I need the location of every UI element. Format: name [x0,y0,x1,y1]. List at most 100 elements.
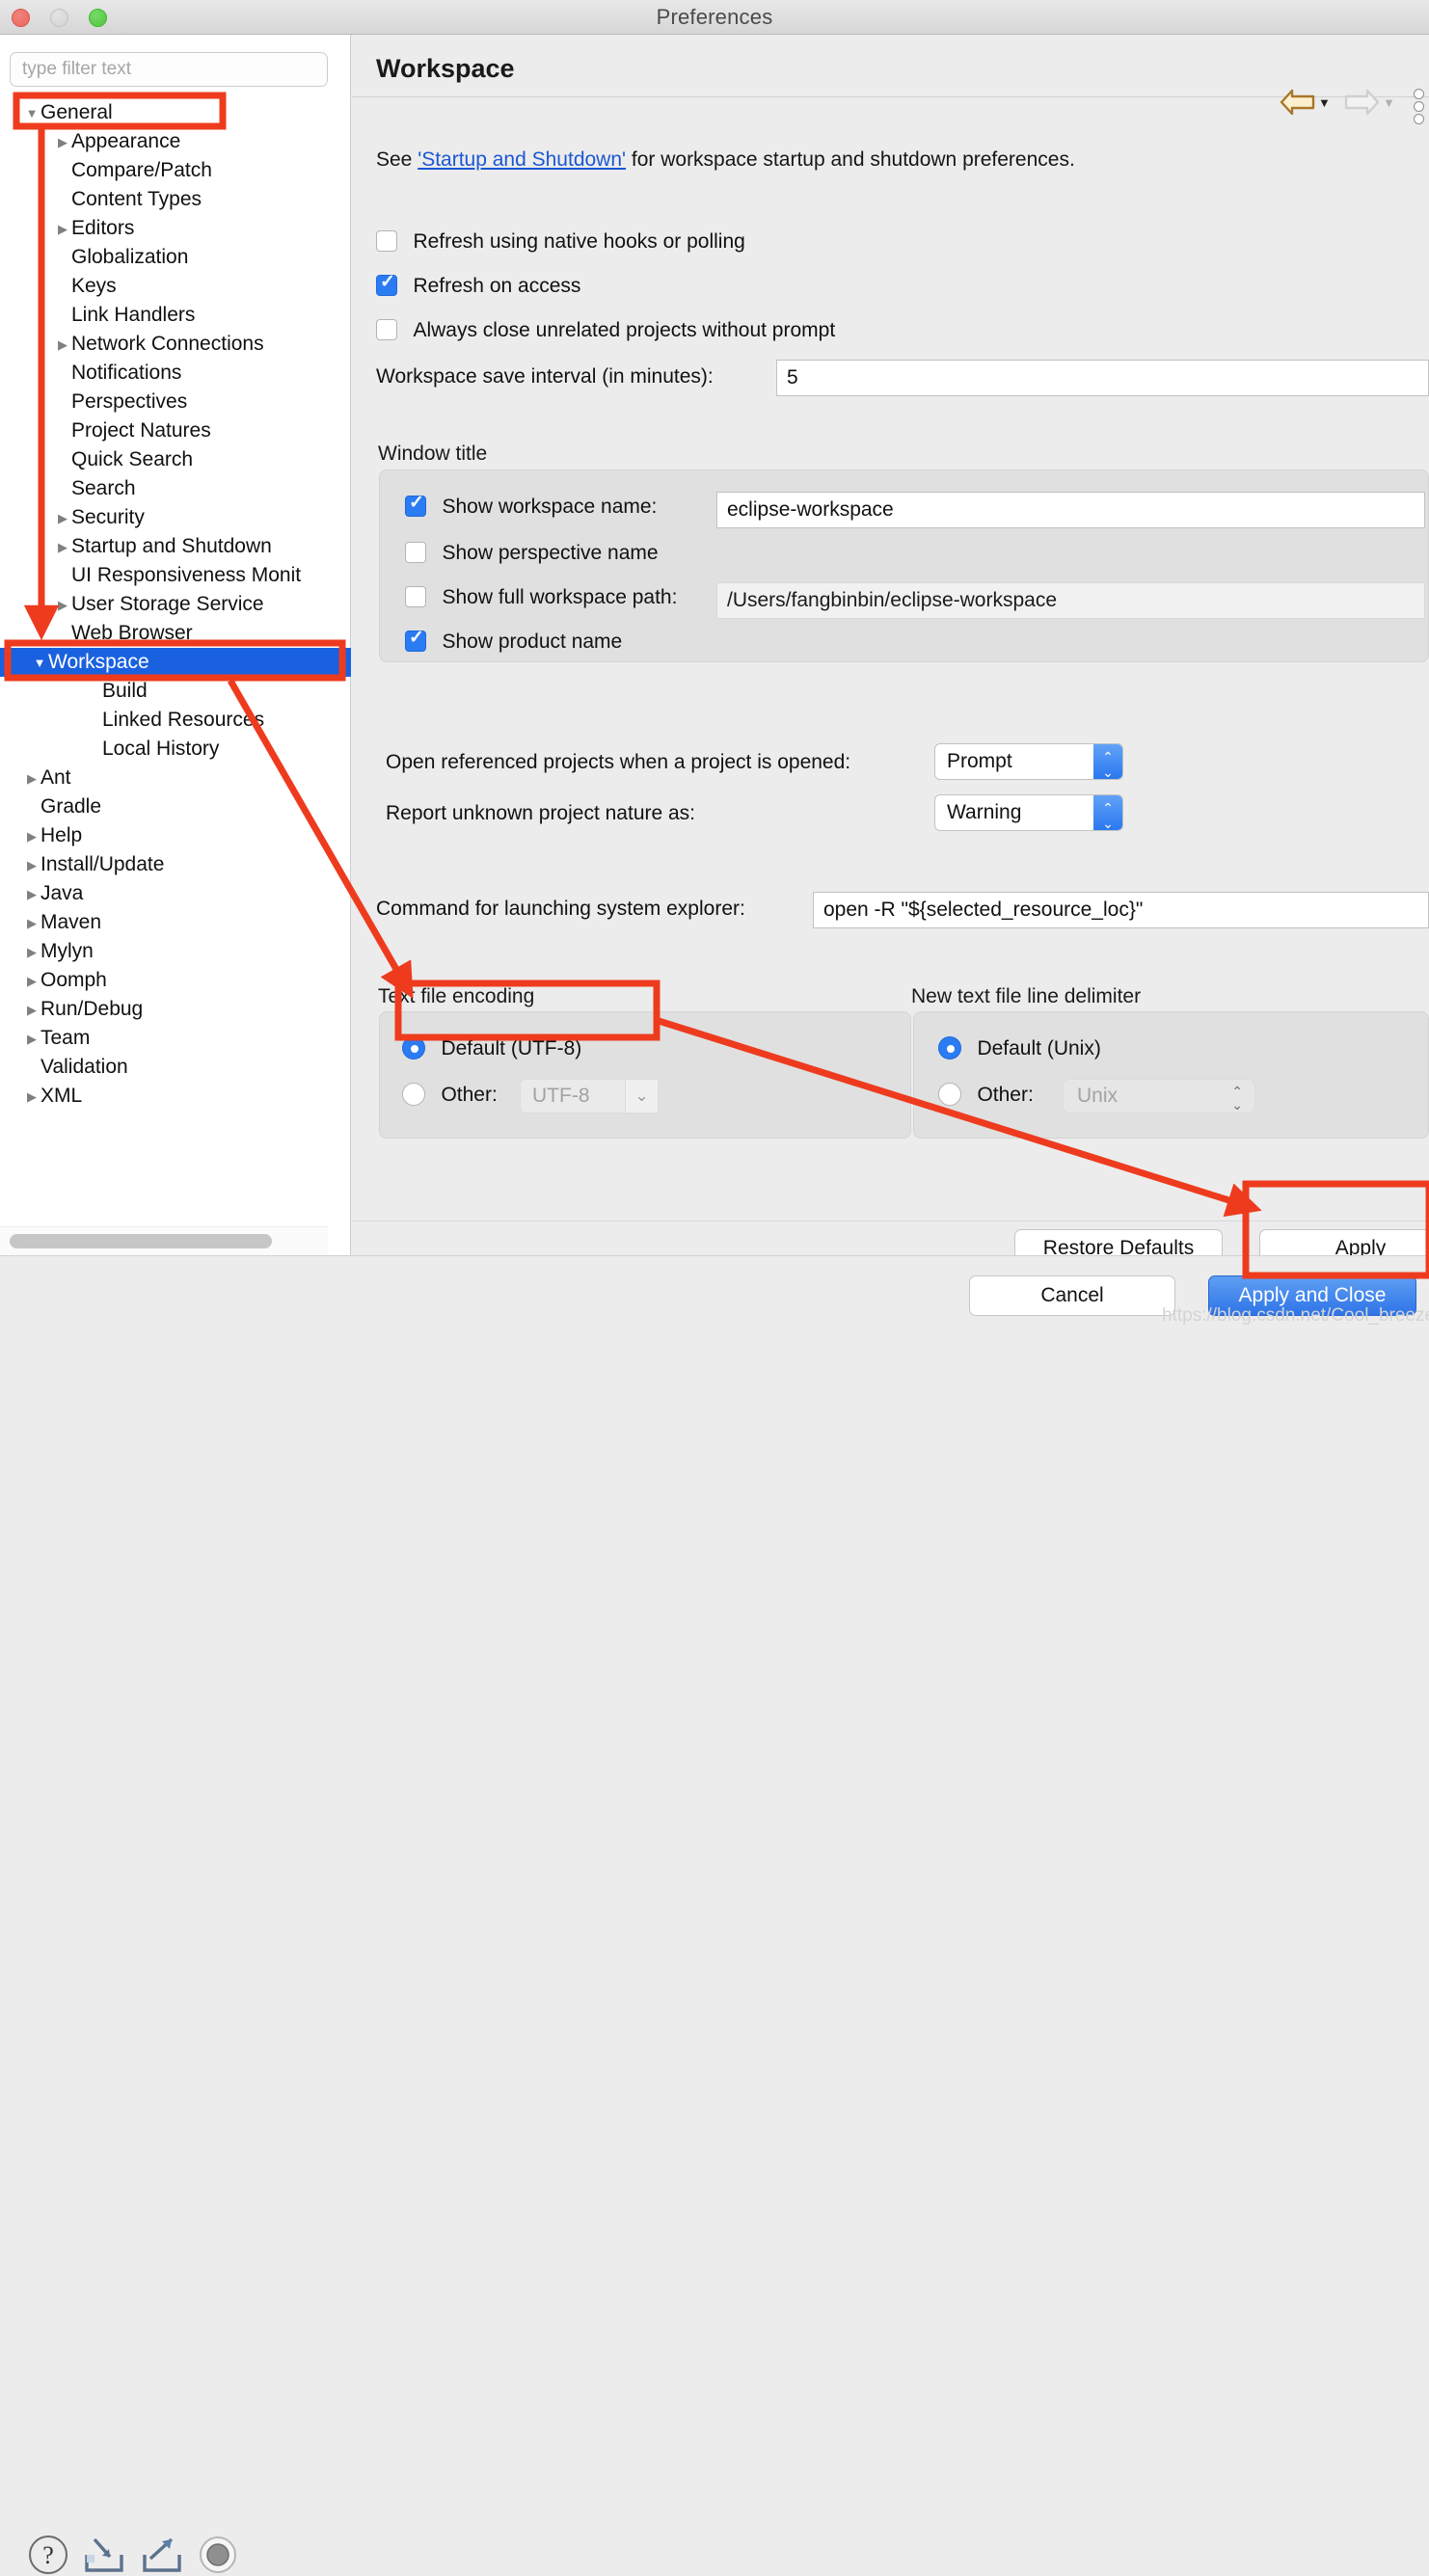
vertical-dots-menu-icon[interactable] [1411,87,1426,125]
startup-and-shutdown-link[interactable]: 'Startup and Shutdown' [418,148,626,171]
chevron-right-icon[interactable]: ▶ [23,1083,40,1112]
export-icon[interactable] [139,2534,185,2576]
chevron-right-icon[interactable]: ▶ [23,765,40,793]
sidebar-item-quick-search[interactable]: ▶Quick Search [0,445,351,474]
tree-spacer-icon: ▶ [54,273,71,302]
sidebar-item-ui-responsiveness-monit[interactable]: ▶UI Responsiveness Monit [0,561,351,590]
sidebar-item-ant[interactable]: ▶ Ant [0,764,351,792]
show-workspace-name-row[interactable]: Show workspace name: [405,492,657,519]
sidebar-item-keys[interactable]: ▶Keys [0,272,351,301]
delimiter-other-radio[interactable] [938,1083,961,1106]
sidebar-item-label: Network Connections [71,333,264,355]
show-product-name-checkbox[interactable] [405,627,426,652]
sidebar-item-java[interactable]: ▶ Java [0,879,351,908]
sidebar-item-project-natures[interactable]: ▶Project Natures [0,416,351,445]
back-history-dropdown-icon[interactable]: ▼ [1318,95,1331,110]
chevron-right-icon[interactable]: ▶ [54,591,71,620]
sidebar-item-team[interactable]: ▶ Team [0,1024,351,1053]
encoding-other-row[interactable]: Other: [402,1083,498,1107]
sidebar-item-label: Run/Debug [40,998,144,1020]
sidebar-item-startup-and-shutdown[interactable]: ▶ Startup and Shutdown [0,532,351,561]
help-question-icon[interactable]: ? [27,2534,69,2576]
chevron-down-icon[interactable]: ▼ [31,649,48,678]
sidebar-item-web-browser[interactable]: ▶Web Browser [0,619,351,648]
chevron-right-icon[interactable]: ▶ [54,215,71,244]
explorer-command-input[interactable] [813,892,1429,928]
report-nature-stepper-icon[interactable]: ⌃ ⌄ [1093,795,1122,830]
import-icon[interactable] [81,2534,127,2576]
encoding-other-radio[interactable] [402,1083,425,1106]
refresh-native-hooks-row[interactable]: Refresh using native hooks or polling [376,230,745,254]
chevron-right-icon[interactable]: ▶ [23,880,40,909]
encoding-default-radio[interactable] [402,1036,425,1060]
always-close-unrelated-row[interactable]: Always close unrelated projects without … [376,319,835,342]
chevron-right-icon[interactable]: ▶ [54,128,71,157]
show-product-name-row[interactable]: Show product name [405,627,622,654]
sidebar-item-editors[interactable]: ▶ Editors [0,214,351,243]
sidebar-item-link-handlers[interactable]: ▶Link Handlers [0,301,351,330]
cancel-button[interactable]: Cancel [969,1275,1175,1316]
record-circle-icon[interactable] [197,2534,239,2576]
open-referenced-stepper-icon[interactable]: ⌃ ⌄ [1093,744,1122,779]
encoding-default-row[interactable]: Default (UTF-8) [402,1036,581,1060]
sidebar-item-maven[interactable]: ▶ Maven [0,908,351,937]
sidebar-item-build[interactable]: ▶Build [0,677,351,706]
scrollbar-thumb[interactable] [10,1234,272,1248]
chevron-right-icon[interactable]: ▶ [54,504,71,533]
sidebar-item-appearance[interactable]: ▶ Appearance [0,127,351,156]
sidebar-item-network-connections[interactable]: ▶ Network Connections [0,330,351,359]
save-interval-input[interactable] [776,360,1429,396]
chevron-right-icon[interactable]: ▶ [23,822,40,851]
sidebar-item-content-types[interactable]: ▶Content Types [0,185,351,214]
sidebar-item-help[interactable]: ▶ Help [0,821,351,850]
delimiter-default-row[interactable]: Default (Unix) [938,1036,1101,1060]
show-workspace-name-checkbox[interactable] [405,492,426,517]
sidebar-item-gradle[interactable]: ▶Gradle [0,792,351,821]
sidebar-item-oomph[interactable]: ▶ Oomph [0,966,351,995]
sidebar-item-label: XML [40,1085,83,1107]
back-arrow-icon[interactable] [1280,89,1316,116]
sidebar-item-user-storage-service[interactable]: ▶ User Storage Service [0,590,351,619]
sidebar-item-linked-resources[interactable]: ▶Linked Resources [0,706,351,735]
show-full-workspace-path-checkbox[interactable] [405,586,426,607]
chevron-right-icon[interactable]: ▶ [23,967,40,996]
sidebar-item-globalization[interactable]: ▶Globalization [0,243,351,272]
sidebar-item-label: Team [40,1027,91,1049]
open-referenced-select[interactable]: Prompt ⌃ ⌄ [934,743,1123,780]
sidebar-horizontal-scrollbar[interactable] [0,1226,328,1255]
chevron-down-icon[interactable]: ▼ [23,99,40,128]
preferences-sidebar: ▼General▶Appearance▶Compare/Patch▶Conten… [0,35,351,1255]
sidebar-item-validation[interactable]: ▶Validation [0,1053,351,1082]
sidebar-item-search[interactable]: ▶Search [0,474,351,503]
chevron-right-icon[interactable]: ▶ [23,851,40,880]
sidebar-item-install-update[interactable]: ▶ Install/Update [0,850,351,879]
sidebar-item-security[interactable]: ▶ Security [0,503,351,532]
sidebar-item-run-debug[interactable]: ▶ Run/Debug [0,995,351,1024]
refresh-on-access-row[interactable]: Refresh on access [376,271,580,298]
workspace-name-input[interactable] [716,492,1425,528]
chevron-right-icon[interactable]: ▶ [23,938,40,967]
report-nature-select[interactable]: Warning ⌃ ⌄ [934,794,1123,831]
show-perspective-name-row[interactable]: Show perspective name [405,542,659,565]
delimiter-default-radio[interactable] [938,1036,961,1060]
chevron-right-icon[interactable]: ▶ [23,909,40,938]
sidebar-item-workspace[interactable]: ▼ Workspace [0,648,351,677]
sidebar-item-mylyn[interactable]: ▶ Mylyn [0,937,351,966]
sidebar-item-notifications[interactable]: ▶Notifications [0,359,351,388]
sidebar-item-perspectives[interactable]: ▶Perspectives [0,388,351,416]
sidebar-item-general[interactable]: ▼ General [0,98,351,127]
always-close-unrelated-checkbox[interactable] [376,319,397,340]
refresh-on-access-checkbox[interactable] [376,271,397,296]
sidebar-item-xml[interactable]: ▶ XML [0,1082,351,1111]
sidebar-item-compare-patch[interactable]: ▶Compare/Patch [0,156,351,185]
sidebar-item-local-history[interactable]: ▶Local History [0,735,351,764]
chevron-right-icon[interactable]: ▶ [23,996,40,1025]
delimiter-other-row[interactable]: Other: [938,1083,1034,1107]
chevron-right-icon[interactable]: ▶ [54,533,71,562]
show-perspective-name-checkbox[interactable] [405,542,426,563]
chevron-right-icon[interactable]: ▶ [54,331,71,360]
search-input[interactable] [10,52,328,87]
refresh-native-hooks-checkbox[interactable] [376,230,397,252]
show-full-workspace-path-row[interactable]: Show full workspace path: [405,586,677,609]
chevron-right-icon[interactable]: ▶ [23,1025,40,1054]
